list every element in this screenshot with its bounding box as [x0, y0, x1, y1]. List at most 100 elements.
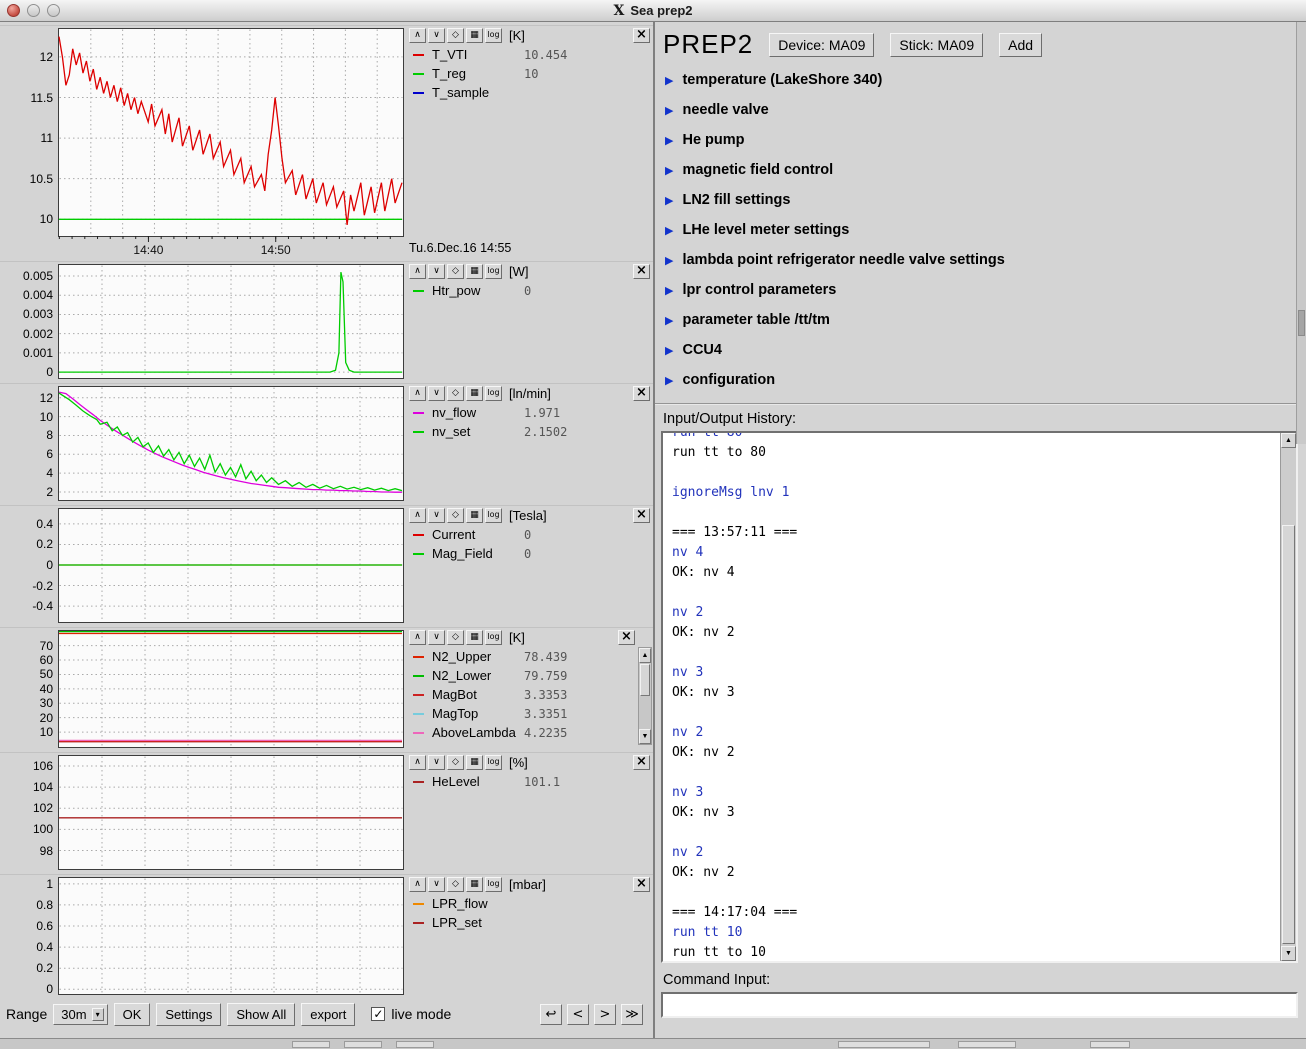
prep2-item-temperature-lakeshore-340[interactable]: ▶temperature (LakeShore 340) [655, 65, 1306, 95]
settings-button[interactable]: Settings [156, 1003, 221, 1026]
pan-up-button[interactable]: ∧ [409, 264, 426, 279]
prep2-item-lhe-level-meter-settings[interactable]: ▶LHe level meter settings [655, 215, 1306, 245]
scroll-down-button[interactable]: ▼ [1281, 946, 1296, 961]
prep2-item-magnetic-field-control[interactable]: ▶magnetic field control [655, 155, 1306, 185]
plot-lpr[interactable] [58, 877, 404, 996]
log-scale-button[interactable]: log [485, 386, 502, 401]
plot-temperature[interactable]: 14:4014:50 [58, 28, 404, 258]
live-mode-checkbox[interactable]: ✓ [371, 1007, 385, 1021]
log-scale-button[interactable]: log [485, 877, 502, 892]
prep2-item-he-pump[interactable]: ▶He pump [655, 125, 1306, 155]
grid-mode-button[interactable]: ▦ [466, 264, 483, 279]
plot-helium-level[interactable] [58, 755, 404, 871]
io-history-terminal[interactable]: run tt 80run tt to 80 ignoreMsg lnv 1 ==… [661, 431, 1298, 963]
autoscale-button[interactable]: ◇ [447, 28, 464, 43]
prep2-item-lambda-point-refrigerator-needle-valve-settings[interactable]: ▶lambda point refrigerator needle valve … [655, 245, 1306, 275]
scrollbar-thumb[interactable] [1282, 525, 1295, 944]
ok-button[interactable]: OK [114, 1003, 151, 1026]
expand-triangle-icon[interactable]: ▶ [665, 224, 673, 237]
close-window-button[interactable] [7, 4, 20, 17]
legend-scrollbar[interactable]: ▲▼ [638, 647, 652, 745]
autoscale-button[interactable]: ◇ [447, 264, 464, 279]
close-panel-button[interactable]: × [633, 386, 650, 401]
autoscale-button[interactable]: ◇ [447, 755, 464, 770]
plot-heater-power[interactable] [58, 264, 404, 380]
export-button[interactable]: export [301, 1003, 355, 1026]
pan-down-button[interactable]: ∨ [428, 877, 445, 892]
autoscale-button[interactable]: ◇ [447, 877, 464, 892]
pan-up-button[interactable]: ∧ [409, 28, 426, 43]
titlebar[interactable]: X Sea prep2 [0, 0, 1306, 22]
minimize-window-button[interactable] [27, 4, 40, 17]
prep2-item-ccu4[interactable]: ▶CCU4 [655, 335, 1306, 365]
pan-up-button[interactable]: ∧ [409, 630, 426, 645]
prep2-item-parameter-table-tt-tm[interactable]: ▶parameter table /tt/tm [655, 305, 1306, 335]
prep2-item-ln2-fill-settings[interactable]: ▶LN2 fill settings [655, 185, 1306, 215]
show-all-button[interactable]: Show All [227, 1003, 295, 1026]
log-scale-button[interactable]: log [485, 264, 502, 279]
pan-up-button[interactable]: ∧ [409, 755, 426, 770]
plot-magnet[interactable] [58, 508, 404, 624]
grid-mode-button[interactable]: ▦ [466, 28, 483, 43]
dropdown-arrow-icon[interactable]: ▾ [92, 1008, 104, 1021]
log-scale-button[interactable]: log [485, 755, 502, 770]
range-dropdown[interactable]: 30m ▾ [53, 1004, 107, 1025]
expand-triangle-icon[interactable]: ▶ [665, 254, 673, 267]
expand-triangle-icon[interactable]: ▶ [665, 284, 673, 297]
command-input[interactable] [661, 992, 1298, 1018]
scroll-up-button[interactable]: ▲ [1281, 433, 1296, 448]
pan-down-button[interactable]: ∨ [428, 508, 445, 523]
nav-return-button[interactable]: ↩ [540, 1004, 562, 1025]
nav-prev-button[interactable]: < [567, 1004, 589, 1025]
autoscale-button[interactable]: ◇ [447, 630, 464, 645]
close-panel-button[interactable]: × [618, 630, 635, 645]
expand-triangle-icon[interactable]: ▶ [665, 74, 673, 87]
pan-up-button[interactable]: ∧ [409, 508, 426, 523]
stick-button[interactable]: Stick: MA09 [890, 33, 983, 57]
pan-up-button[interactable]: ∧ [409, 386, 426, 401]
expand-triangle-icon[interactable]: ▶ [665, 194, 673, 207]
expand-triangle-icon[interactable]: ▶ [665, 314, 673, 327]
grid-mode-button[interactable]: ▦ [466, 755, 483, 770]
pan-up-button[interactable]: ∧ [409, 877, 426, 892]
grid-mode-button[interactable]: ▦ [466, 630, 483, 645]
expand-triangle-icon[interactable]: ▶ [665, 374, 673, 387]
expand-triangle-icon[interactable]: ▶ [665, 104, 673, 117]
log-scale-button[interactable]: log [485, 630, 502, 645]
zoom-window-button[interactable] [47, 4, 60, 17]
expand-triangle-icon[interactable]: ▶ [665, 134, 673, 147]
scroll-down-button[interactable]: ▼ [639, 729, 651, 744]
io-history-scrollbar[interactable]: ▲ ▼ [1280, 433, 1296, 961]
close-panel-button[interactable]: × [633, 877, 650, 892]
scroll-up-button[interactable]: ▲ [639, 648, 651, 663]
expand-triangle-icon[interactable]: ▶ [665, 164, 673, 177]
scrollbar-thumb[interactable] [640, 664, 650, 696]
plot-needle-valve[interactable] [58, 386, 404, 502]
scrollbar-thumb[interactable] [1298, 310, 1305, 336]
grid-mode-button[interactable]: ▦ [466, 877, 483, 892]
add-button[interactable]: Add [999, 33, 1042, 57]
expand-triangle-icon[interactable]: ▶ [665, 344, 673, 357]
autoscale-button[interactable]: ◇ [447, 386, 464, 401]
grid-mode-button[interactable]: ▦ [466, 508, 483, 523]
pan-down-button[interactable]: ∨ [428, 386, 445, 401]
close-panel-button[interactable]: × [633, 264, 650, 279]
prep2-item-lpr-control-parameters[interactable]: ▶lpr control parameters [655, 275, 1306, 305]
plot-cryostat-temps[interactable] [58, 630, 404, 749]
autoscale-button[interactable]: ◇ [447, 508, 464, 523]
close-panel-button[interactable]: × [633, 508, 650, 523]
prep2-scrollbar[interactable] [1296, 22, 1306, 444]
grid-mode-button[interactable]: ▦ [466, 386, 483, 401]
close-panel-button[interactable]: × [633, 755, 650, 770]
log-scale-button[interactable]: log [485, 508, 502, 523]
prep2-item-configuration[interactable]: ▶configuration [655, 365, 1306, 395]
nav-next-button[interactable]: > [594, 1004, 616, 1025]
prep2-item-needle-valve[interactable]: ▶needle valve [655, 95, 1306, 125]
pan-down-button[interactable]: ∨ [428, 28, 445, 43]
pan-down-button[interactable]: ∨ [428, 630, 445, 645]
close-panel-button[interactable]: × [633, 28, 650, 43]
nav-end-button[interactable]: ≫ [621, 1004, 643, 1025]
device-button[interactable]: Device: MA09 [769, 33, 874, 57]
pan-down-button[interactable]: ∨ [428, 755, 445, 770]
pan-down-button[interactable]: ∨ [428, 264, 445, 279]
